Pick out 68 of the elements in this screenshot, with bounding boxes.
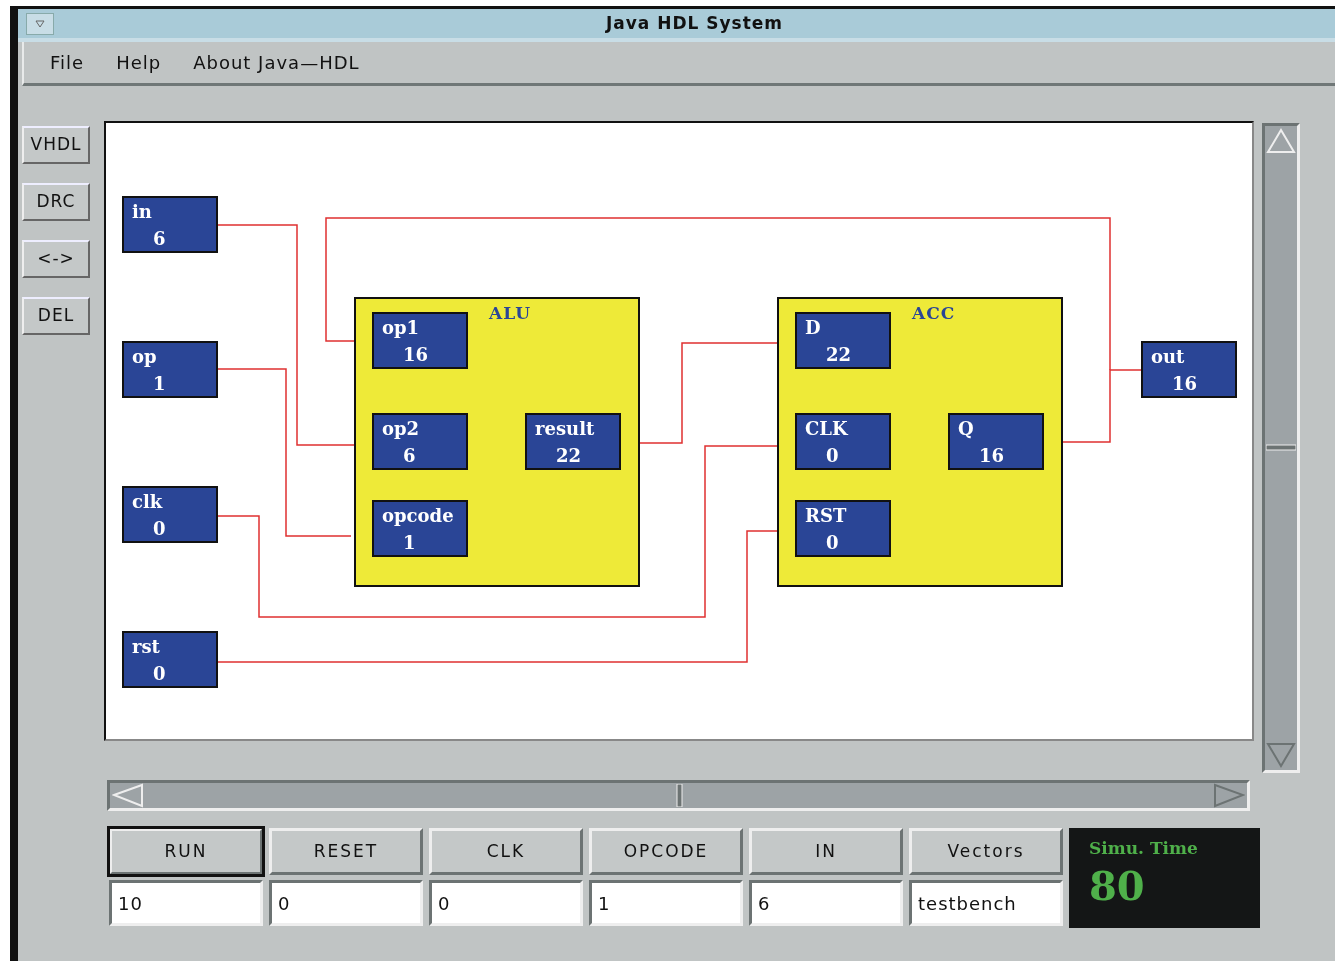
vertical-scrollbar[interactable] — [1262, 123, 1300, 773]
pin-value: 0 — [826, 532, 839, 553]
pin-value: 6 — [403, 445, 416, 466]
input-field[interactable]: 1 — [589, 880, 743, 926]
pin-value: 16 — [1172, 373, 1198, 394]
input-field[interactable]: testbench — [909, 880, 1063, 926]
output-pin[interactable] — [1141, 341, 1237, 398]
scroll-thumb[interactable] — [1266, 444, 1296, 452]
port-box[interactable] — [795, 413, 891, 470]
pin-label: op2 — [382, 418, 420, 439]
action-button[interactable]: CLK — [429, 828, 583, 875]
pin-label: clk — [132, 491, 163, 512]
input-field[interactable]: 0 — [269, 880, 423, 926]
pin-label: D — [805, 317, 821, 338]
triangle-icon — [35, 19, 45, 28]
scroll-thumb[interactable] — [676, 784, 684, 807]
pin-label: opcode — [382, 505, 454, 526]
action-button[interactable]: OPCODE — [589, 828, 743, 875]
tool-button[interactable]: <-> — [22, 240, 90, 278]
pin-label: Q — [958, 418, 974, 439]
menu-item[interactable]: Help — [116, 49, 162, 76]
port-box[interactable] — [372, 413, 468, 470]
input-field[interactable]: 10 — [109, 880, 263, 926]
input-field[interactable]: 6 — [749, 880, 903, 926]
input-pin[interactable] — [122, 341, 218, 398]
port-box[interactable] — [948, 413, 1044, 470]
pin-value: 22 — [826, 344, 852, 365]
pin-label: CLK — [805, 418, 848, 439]
window-title: Java HDL System — [604, 11, 785, 35]
port-box[interactable] — [525, 413, 621, 470]
pin-label: out — [1151, 346, 1185, 367]
port-box[interactable] — [372, 312, 468, 369]
pin-label: in — [132, 201, 152, 222]
tool-button[interactable]: DEL — [22, 297, 90, 335]
port-box[interactable] — [372, 500, 468, 557]
menu-item[interactable]: About Java—HDL — [193, 49, 360, 76]
input-pin[interactable] — [122, 196, 218, 253]
action-button[interactable]: Vectors — [909, 828, 1063, 875]
menu-item[interactable]: File — [50, 49, 85, 76]
horizontal-scrollbar[interactable] — [107, 780, 1250, 811]
port-box[interactable] — [795, 312, 891, 369]
input-field[interactable]: 0 — [429, 880, 583, 926]
component-title: ACC — [912, 303, 956, 323]
pin-value: 0 — [826, 445, 839, 466]
pin-label: rst — [132, 636, 160, 657]
tool-button[interactable]: DRC — [22, 183, 90, 221]
pin-value: 1 — [403, 532, 416, 553]
pin-label: RST — [805, 505, 847, 526]
pin-value: 1 — [153, 373, 166, 394]
input-pin[interactable] — [122, 486, 218, 543]
pin-label: op1 — [382, 317, 420, 338]
pin-label: op — [132, 346, 157, 367]
component-title: ALU — [489, 303, 532, 323]
pin-value: 0 — [153, 518, 166, 539]
port-box[interactable] — [795, 500, 891, 557]
pin-value: 0 — [153, 663, 166, 684]
input-pin[interactable] — [122, 631, 218, 688]
pin-label: result — [535, 418, 595, 439]
tool-button[interactable]: VHDL — [22, 126, 90, 164]
pin-value: 16 — [979, 445, 1005, 466]
action-button[interactable]: RUN — [109, 828, 263, 875]
pin-value: 22 — [556, 445, 582, 466]
action-button[interactable]: IN — [749, 828, 903, 875]
pin-value: 6 — [153, 228, 166, 249]
sim-time-label: Simu. Time — [1089, 837, 1199, 860]
action-button[interactable]: RESET — [269, 828, 423, 875]
pin-value: 16 — [403, 344, 429, 365]
sim-time-value: 80 — [1089, 861, 1146, 910]
